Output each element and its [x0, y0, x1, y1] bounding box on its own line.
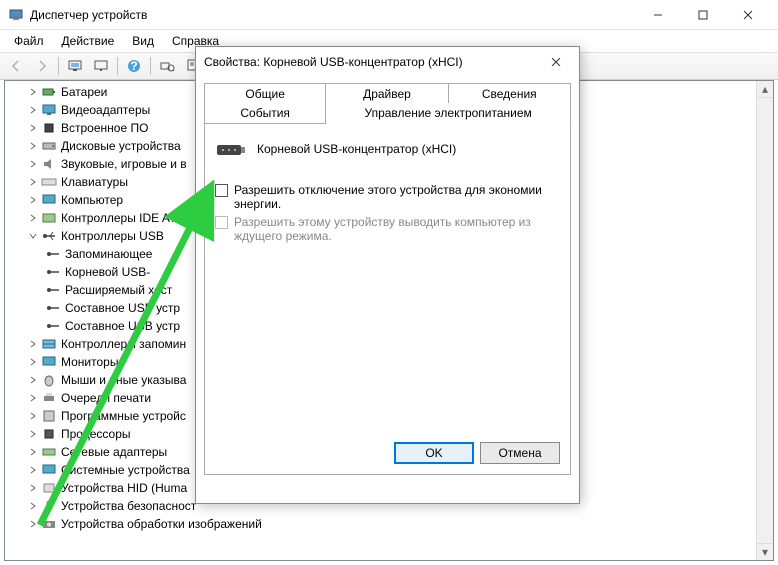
tab-driver[interactable]: Драйвер — [326, 83, 448, 104]
scrollbar[interactable]: ▴ ▾ — [756, 81, 773, 560]
menu-view[interactable]: Вид — [124, 32, 162, 50]
monitor-icon — [41, 354, 57, 370]
disk-icon — [41, 138, 57, 154]
chevron-right-icon[interactable] — [27, 446, 39, 458]
window-controls — [635, 1, 770, 29]
tab-events[interactable]: События — [204, 103, 326, 124]
battery-icon — [41, 84, 57, 100]
chevron-right-icon[interactable] — [27, 356, 39, 368]
chevron-right-icon[interactable] — [27, 158, 39, 170]
chevron-right-icon[interactable] — [27, 374, 39, 386]
storage-icon — [41, 336, 57, 352]
usb-hub-icon — [215, 137, 247, 161]
chevron-right-icon[interactable] — [27, 212, 39, 224]
chevron-right-icon[interactable] — [27, 338, 39, 350]
tool-help-icon[interactable]: ? — [122, 55, 146, 77]
usb-icon — [45, 300, 61, 316]
tool-computer-icon[interactable] — [63, 55, 87, 77]
chevron-right-icon[interactable] — [27, 194, 39, 206]
speaker-icon — [41, 156, 57, 172]
chevron-right-icon[interactable] — [27, 122, 39, 134]
dialog-titlebar: Свойства: Корневой USB-концентратор (xHC… — [196, 47, 579, 77]
controller-icon — [41, 210, 57, 226]
chevron-right-icon[interactable] — [27, 500, 39, 512]
chevron-right-icon[interactable] — [27, 482, 39, 494]
tool-monitor-icon[interactable] — [89, 55, 113, 77]
close-button[interactable] — [725, 1, 770, 29]
checkbox-allow-wake — [215, 216, 228, 229]
system-icon — [41, 462, 57, 478]
printer-icon — [41, 390, 57, 406]
dialog-title: Свойства: Корневой USB-концентратор (xHC… — [204, 55, 541, 69]
app-icon — [8, 7, 24, 23]
chevron-right-icon[interactable] — [27, 392, 39, 404]
svg-text:?: ? — [130, 59, 137, 73]
menu-action[interactable]: Действие — [54, 32, 123, 50]
properties-dialog: Свойства: Корневой USB-концентратор (xHC… — [195, 46, 580, 504]
usb-icon — [45, 246, 61, 262]
dialog-close-button[interactable] — [541, 48, 571, 76]
usb-icon — [45, 318, 61, 334]
tab-power-management[interactable]: Управление электропитанием — [326, 103, 571, 124]
scroll-up-icon[interactable]: ▴ — [757, 81, 773, 98]
minimize-button[interactable] — [635, 1, 680, 29]
usb-icon — [41, 228, 57, 244]
computer-icon — [41, 192, 57, 208]
keyboard-icon — [41, 174, 57, 190]
titlebar: Диспетчер устройств — [0, 0, 778, 30]
scroll-down-icon[interactable]: ▾ — [757, 543, 773, 560]
chip-icon — [41, 120, 57, 136]
security-icon — [41, 498, 57, 514]
device-name-label: Корневой USB-концентратор (xHCI) — [257, 142, 456, 156]
hid-icon — [41, 480, 57, 496]
usb-icon — [45, 282, 61, 298]
cpu-icon — [41, 426, 57, 442]
chevron-right-icon[interactable] — [27, 104, 39, 116]
back-button[interactable] — [4, 55, 28, 77]
cancel-button[interactable]: Отмена — [480, 442, 560, 464]
mouse-icon — [41, 372, 57, 388]
chevron-right-icon[interactable] — [27, 410, 39, 422]
tree-node-imaging-devices[interactable]: Устройства обработки изображений — [5, 515, 773, 533]
software-icon — [41, 408, 57, 424]
tab-panel-power: Корневой USB-концентратор (xHCI) Разреши… — [204, 123, 571, 475]
tool-scan-icon[interactable] — [155, 55, 179, 77]
maximize-button[interactable] — [680, 1, 725, 29]
network-icon — [41, 444, 57, 460]
tab-strip: Общие Драйвер Сведения События Управлени… — [204, 83, 571, 123]
menu-file[interactable]: Файл — [6, 32, 52, 50]
checkbox-allow-turn-off[interactable] — [215, 184, 228, 197]
chevron-right-icon[interactable] — [27, 518, 39, 530]
display-icon — [41, 102, 57, 118]
checkbox-allow-turn-off-label: Разрешить отключение этого устройства дл… — [234, 183, 560, 211]
checkbox-allow-wake-label: Разрешить этому устройству выводить комп… — [234, 215, 560, 243]
window-title: Диспетчер устройств — [30, 8, 635, 22]
chevron-down-icon[interactable] — [27, 230, 39, 242]
chevron-right-icon[interactable] — [27, 464, 39, 476]
chevron-right-icon[interactable] — [27, 176, 39, 188]
camera-icon — [41, 516, 57, 532]
tab-details[interactable]: Сведения — [449, 83, 571, 104]
forward-button[interactable] — [30, 55, 54, 77]
chevron-right-icon[interactable] — [27, 140, 39, 152]
usb-icon — [45, 264, 61, 280]
chevron-right-icon[interactable] — [27, 428, 39, 440]
ok-button[interactable]: OK — [394, 442, 474, 464]
chevron-right-icon[interactable] — [27, 86, 39, 98]
tab-general[interactable]: Общие — [204, 83, 326, 104]
